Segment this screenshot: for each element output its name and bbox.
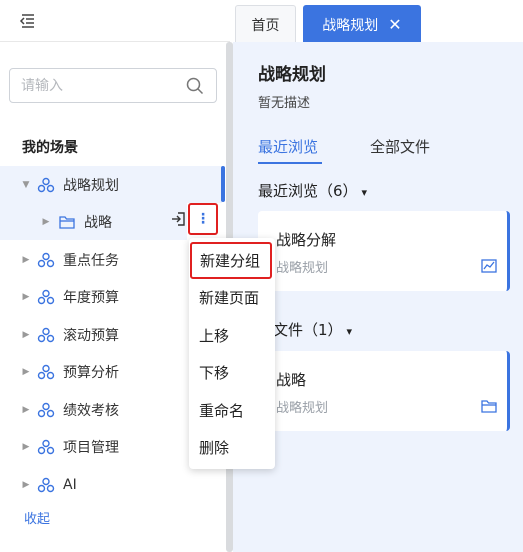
folder-icon: [59, 215, 75, 229]
enter-icon[interactable]: [170, 211, 186, 227]
tab-bar: 首页 战略规划 ✕: [233, 0, 523, 43]
menu-item-rename[interactable]: 重命名: [189, 392, 275, 429]
group-title: 最近浏览（6）: [258, 182, 358, 200]
main-content: 战略规划 暂无描述 最近浏览 全部文件 最近浏览（6） ▾ 战略分解 战略规划 部…: [233, 42, 523, 552]
caret-down-icon[interactable]: ▼: [21, 180, 31, 190]
page-title: 战略规划: [258, 65, 326, 85]
menu-item-new-group[interactable]: 新建分组: [190, 242, 272, 279]
active-indicator: [221, 166, 225, 202]
caret-right-icon[interactable]: ▶: [21, 442, 31, 452]
tab-label: 战略规划: [322, 17, 379, 34]
scene-icon: [37, 327, 55, 342]
tree-item-label: AI: [63, 476, 77, 493]
close-icon[interactable]: ✕: [388, 15, 401, 34]
chevron-down-icon: ▾: [346, 325, 353, 338]
tab-strategy-planning[interactable]: 战略规划 ✕: [303, 5, 421, 43]
menu-item-new-page[interactable]: 新建页面: [189, 279, 275, 316]
subtab-underline: [258, 162, 322, 164]
caret-right-icon[interactable]: ▶: [21, 292, 31, 302]
caret-right-icon[interactable]: ▶: [21, 255, 31, 265]
tree-item-label: 重点任务: [63, 252, 119, 269]
tab-home[interactable]: 首页: [235, 5, 296, 43]
scene-icon: [37, 177, 55, 192]
recent-group-header[interactable]: 最近浏览（6） ▾: [258, 180, 367, 201]
collapse-link[interactable]: 收起: [24, 508, 50, 527]
chevron-down-icon: ▾: [361, 186, 368, 199]
more-vertical-icon: ⋮: [196, 211, 210, 227]
tree-item-strategy[interactable]: ▶ 战略: [0, 203, 187, 240]
card-subtitle: 战略规划: [276, 261, 329, 276]
menu-item-delete[interactable]: 删除: [189, 429, 275, 466]
caret-right-icon[interactable]: ▶: [21, 405, 31, 415]
search-input[interactable]: [21, 69, 181, 102]
tree-item-label: 预算分析: [63, 364, 119, 381]
page-description: 暂无描述: [258, 96, 311, 111]
tree-item-label: 项目管理: [63, 439, 119, 456]
tree-item-label: 年度预算: [63, 289, 119, 306]
caret-right-icon[interactable]: ▶: [21, 367, 31, 377]
scene-icon: [37, 289, 55, 304]
search-icon[interactable]: [186, 77, 204, 95]
tree-item-label: 绩效考核: [63, 402, 119, 419]
caret-right-icon[interactable]: ▶: [21, 480, 31, 490]
recent-card[interactable]: 战略分解 战略规划: [258, 211, 510, 291]
section-title: 我的场景: [22, 140, 78, 156]
card-title: 战略: [276, 371, 307, 389]
tree-item-label: 战略规划: [63, 177, 119, 194]
menu-item-move-down[interactable]: 下移: [189, 354, 275, 391]
tree-item-ai[interactable]: ▶ AI: [0, 466, 222, 503]
subtab-all-files[interactable]: 全部文件: [370, 136, 430, 157]
tree-item-label: 战略: [84, 214, 112, 231]
file-card[interactable]: 战略 战略规划: [258, 351, 510, 431]
context-menu: 新建分组 新建页面 上移 下移 重命名 删除: [189, 238, 275, 469]
card-title: 战略分解: [276, 231, 337, 249]
scene-icon: [37, 252, 55, 267]
folder-icon: [481, 400, 497, 413]
caret-right-icon[interactable]: ▶: [21, 330, 31, 340]
menu-collapse-icon[interactable]: [18, 13, 36, 29]
scene-icon: [37, 439, 55, 454]
card-subtitle: 战略规划: [276, 401, 329, 416]
menu-item-move-up[interactable]: 上移: [189, 317, 275, 354]
more-actions-button[interactable]: ⋮: [188, 203, 218, 235]
scene-icon: [37, 402, 55, 417]
search-box: [9, 68, 217, 103]
sidebar-header: [0, 0, 230, 42]
tree-item-label: 滚动预算: [63, 327, 119, 344]
chart-icon: [481, 259, 497, 273]
scene-icon: [37, 364, 55, 379]
scene-icon: [37, 477, 55, 492]
subtab-recent[interactable]: 最近浏览: [258, 136, 318, 157]
tree-item-strategy-planning[interactable]: ▼ 战略规划: [0, 166, 222, 203]
tab-label: 首页: [251, 17, 280, 34]
caret-right-icon[interactable]: ▶: [41, 217, 51, 227]
